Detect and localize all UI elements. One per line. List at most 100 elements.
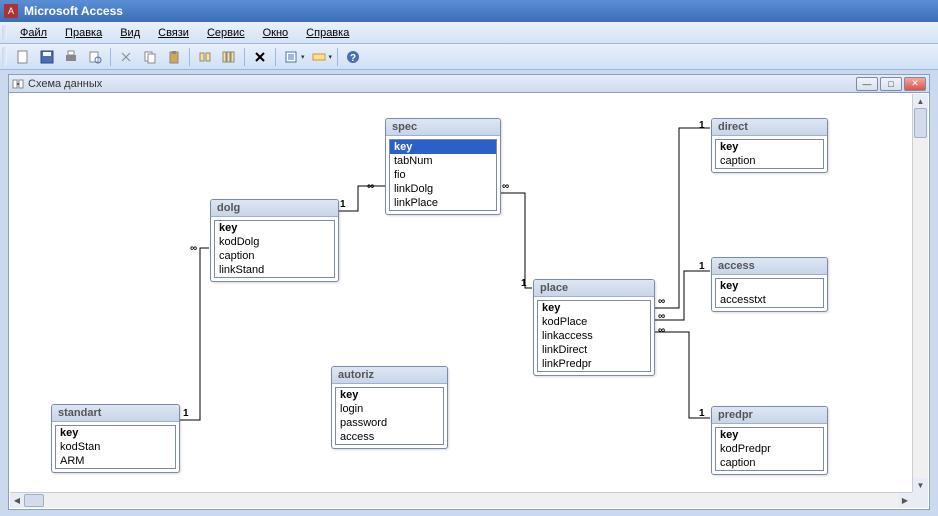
table-field[interactable]: key — [716, 140, 823, 154]
table-field[interactable]: linkDolg — [390, 182, 496, 196]
table-field[interactable]: kodPredpr — [716, 442, 823, 456]
delete-button[interactable] — [249, 46, 271, 68]
cardinality-label: 1 — [340, 199, 346, 210]
copy-button[interactable] — [139, 46, 161, 68]
table-spec[interactable]: spec keytabNumfiolinkDolglinkPlace — [385, 118, 501, 215]
menu-help[interactable]: Справка — [298, 25, 357, 41]
print-preview-button[interactable] — [84, 46, 106, 68]
dropdown-arrow-icon[interactable]: ▾ — [301, 53, 305, 61]
menu-edit[interactable]: Правка — [57, 25, 110, 41]
table-field[interactable]: key — [538, 301, 650, 315]
table-field[interactable]: linkPredpr — [538, 357, 650, 371]
cardinality-label: ∞ — [190, 243, 197, 254]
workspace: Схема данных — □ ✕ dolgkeykodDolgcaption… — [0, 70, 938, 516]
show-table-button[interactable] — [194, 46, 216, 68]
table-place[interactable]: place keykodPlacelinkaccesslinkDirectlink… — [533, 279, 655, 376]
toolbar-separator — [337, 48, 338, 66]
table-field[interactable]: kodStan — [56, 440, 175, 454]
toolbar-separator — [189, 48, 190, 66]
table-field[interactable]: accesstxt — [716, 293, 823, 307]
table-body: keykodPlacelinkaccesslinkDirectlinkPredp… — [537, 300, 651, 372]
table-access[interactable]: access keyaccesstxt — [711, 257, 828, 312]
toolbar-separator — [244, 48, 245, 66]
table-field[interactable]: linkStand — [215, 263, 334, 277]
horizontal-scrollbar[interactable]: ◀ ▶ — [10, 492, 912, 508]
table-header[interactable]: access — [712, 258, 827, 275]
help-button[interactable]: ? — [342, 46, 364, 68]
save-button[interactable] — [36, 46, 58, 68]
table-field[interactable]: caption — [215, 249, 334, 263]
table-field[interactable]: caption — [716, 154, 823, 168]
maximize-button[interactable]: □ — [880, 77, 902, 91]
cardinality-label: ∞ — [658, 325, 665, 336]
table-header[interactable]: direct — [712, 119, 827, 136]
inner-window-titlebar[interactable]: Схема данных — □ ✕ — [8, 74, 930, 92]
table-field[interactable]: fio — [390, 168, 496, 182]
table-field[interactable]: password — [336, 416, 443, 430]
table-field[interactable]: linkaccess — [538, 329, 650, 343]
table-field[interactable]: key — [56, 426, 175, 440]
table-body: keykodStanARM — [55, 425, 176, 469]
table-field[interactable]: key — [716, 428, 823, 442]
cut-button[interactable] — [115, 46, 137, 68]
diagram-area[interactable]: dolgkeykodDolgcaptionlinkStandspeckeytab… — [8, 92, 930, 510]
scroll-thumb[interactable] — [914, 108, 927, 138]
scroll-up-icon[interactable]: ▲ — [913, 94, 928, 108]
table-predpr[interactable]: predpr keykodPredprcaption — [711, 406, 828, 475]
cardinality-label: 1 — [521, 278, 527, 289]
table-direct[interactable]: direct keycaption — [711, 118, 828, 173]
access-app-icon: A — [4, 4, 18, 18]
relations-window-icon — [12, 78, 24, 90]
table-field[interactable]: access — [336, 430, 443, 444]
table-body: keyloginpasswordaccess — [335, 387, 444, 445]
toolbar-separator — [275, 48, 276, 66]
table-header[interactable]: spec — [386, 119, 500, 136]
table-header[interactable]: predpr — [712, 407, 827, 424]
table-autoriz[interactable]: autoriz keyloginpasswordaccess — [331, 366, 448, 449]
table-field[interactable]: login — [336, 402, 443, 416]
table-field[interactable]: linkDirect — [538, 343, 650, 357]
menu-relations[interactable]: Связи — [150, 25, 197, 41]
table-field[interactable]: tabNum — [390, 154, 496, 168]
print-button[interactable] — [60, 46, 82, 68]
table-field[interactable]: ARM — [56, 454, 175, 468]
table-body: keytabNumfiolinkDolglinkPlace — [389, 139, 497, 211]
menu-file[interactable]: Файл — [12, 25, 55, 41]
scroll-left-icon[interactable]: ◀ — [10, 493, 24, 508]
dropdown-arrow-icon[interactable]: ▾ — [329, 53, 333, 61]
show-direct-button[interactable] — [218, 46, 240, 68]
menu-service[interactable]: Сервис — [199, 25, 253, 41]
table-field[interactable]: key — [336, 388, 443, 402]
table-header[interactable]: place — [534, 280, 654, 297]
menu-view[interactable]: Вид — [112, 25, 148, 41]
scroll-thumb[interactable] — [24, 494, 44, 507]
table-standart[interactable]: standart keykodStanARM — [51, 404, 180, 473]
table-header[interactable]: standart — [52, 405, 179, 422]
app-title: Microsoft Access — [24, 4, 123, 18]
table-field[interactable]: linkPlace — [390, 196, 496, 210]
reports-button[interactable] — [280, 46, 302, 68]
table-header[interactable]: autoriz — [332, 367, 447, 384]
table-field[interactable]: kodPlace — [538, 315, 650, 329]
menu-window[interactable]: Окно — [255, 25, 297, 41]
inner-window-title: Схема данных — [28, 78, 102, 90]
table-field[interactable]: caption — [716, 456, 823, 470]
cardinality-label: 1 — [699, 408, 705, 419]
menubar: Файл Правка Вид Связи Сервис Окно Справк… — [0, 22, 938, 44]
table-dolg[interactable]: dolg keykodDolgcaptionlinkStand — [210, 199, 339, 282]
table-header[interactable]: dolg — [211, 200, 338, 217]
table-field[interactable]: key — [716, 279, 823, 293]
cardinality-label: 1 — [699, 120, 705, 131]
close-button[interactable]: ✕ — [904, 77, 926, 91]
new-button[interactable] — [12, 46, 34, 68]
vertical-scrollbar[interactable]: ▲ ▼ — [912, 94, 928, 492]
table-body: keycaption — [715, 139, 824, 169]
scroll-right-icon[interactable]: ▶ — [898, 493, 912, 508]
table-field[interactable]: key — [215, 221, 334, 235]
objects-button[interactable] — [308, 46, 330, 68]
paste-button[interactable] — [163, 46, 185, 68]
scroll-down-icon[interactable]: ▼ — [913, 478, 928, 492]
table-field[interactable]: kodDolg — [215, 235, 334, 249]
minimize-button[interactable]: — — [856, 77, 878, 91]
table-field[interactable]: key — [390, 140, 496, 154]
